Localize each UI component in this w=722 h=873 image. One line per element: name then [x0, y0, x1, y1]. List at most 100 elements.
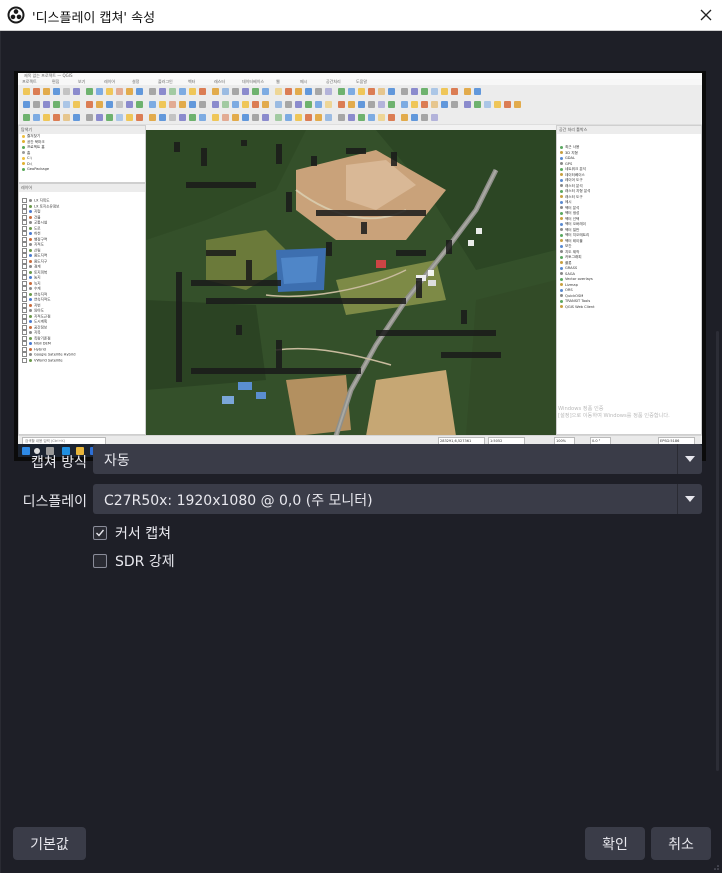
qgis-toolbar-icon	[189, 88, 196, 95]
tree-item-label: 수계	[34, 286, 41, 291]
tree-item-label: 래스터 지형 분석	[565, 189, 591, 193]
tree-item-label: 공간정보	[34, 325, 48, 329]
tree-item-icon	[29, 314, 32, 318]
display-dropdown-button[interactable]	[677, 484, 702, 514]
qgis-toolbar-icon	[212, 88, 219, 95]
qgis-toolbar-icon	[73, 88, 80, 95]
qgis-toolbar-icon	[149, 114, 156, 121]
qgis-toolbar-icon	[159, 101, 166, 108]
qgis-toolbar-icon	[106, 88, 113, 95]
resize-grip-icon[interactable]	[710, 861, 720, 871]
tree-item-icon	[29, 298, 32, 301]
satellite-map-image	[146, 130, 556, 436]
tree-item-icon	[560, 145, 563, 149]
close-icon	[700, 9, 712, 21]
qgis-toolbar-icon	[378, 114, 385, 121]
tree-item-label: 녹지	[34, 281, 41, 285]
tree-item-label: LX 지목도	[34, 198, 50, 203]
tree-item-label: 용도지역	[34, 253, 48, 258]
tree-item-icon	[29, 336, 32, 340]
ok-button[interactable]: 확인	[585, 827, 645, 860]
dialog-scrollbar[interactable]	[716, 331, 719, 771]
tree-item-label: 하천	[34, 231, 41, 236]
layers-panel-title: 레이어	[19, 184, 145, 192]
tree-item-icon	[560, 211, 563, 215]
tree-item-label: 농지	[34, 275, 41, 280]
layer-checkbox-icon	[22, 258, 27, 264]
qgis-toolbar-icon	[159, 114, 166, 121]
tree-item-icon	[560, 255, 563, 259]
qgis-toolbar-icon	[222, 88, 229, 95]
qgis-toolbar-icon	[451, 88, 458, 95]
layer-checkbox-icon	[22, 203, 27, 209]
defaults-button[interactable]: 기본값	[13, 827, 86, 860]
layer-checkbox-icon	[22, 264, 27, 269]
cancel-button[interactable]: 취소	[651, 827, 711, 860]
qgis-toolbar-icon	[295, 88, 302, 95]
qgis-toolbar-icon	[33, 88, 40, 95]
qgis-toolbar-icon	[338, 88, 345, 95]
qgis-toolbar-icon	[325, 114, 332, 121]
tree-item-icon	[29, 287, 32, 290]
qgis-toolbar-icon	[494, 101, 501, 108]
qgis-toolbar-icon	[295, 101, 302, 108]
qgis-toolbar-icon	[474, 101, 481, 108]
qgis-toolbar-icon	[212, 101, 219, 108]
sdr-force-box[interactable]	[93, 554, 107, 568]
qgis-toolbar-icon	[401, 114, 408, 121]
qgis-toolbar-icon	[431, 101, 438, 108]
qgis-toolbar-icon	[242, 114, 249, 121]
qgis-toolbar-icon	[388, 101, 395, 108]
qgis-toolbar-icon	[43, 114, 50, 121]
qgis-map-canvas	[146, 130, 556, 436]
layer-checkbox-icon	[22, 335, 27, 341]
qgis-toolbar-icon	[325, 88, 332, 95]
tree-item-label: 래스터 도구	[565, 194, 583, 199]
tree-item-label: 지적도근점	[34, 314, 51, 318]
tree-item-label: 네트워크 분석	[565, 167, 586, 171]
qgis-toolbar-icon	[232, 114, 239, 121]
display-select[interactable]: C27R50x: 1920x1080 @ 0,0 (주 모니터)	[93, 484, 702, 514]
qgis-toolbar-icon	[315, 88, 322, 95]
tree-item-icon	[29, 259, 32, 263]
qgis-toolbar-icon	[149, 101, 156, 108]
tree-item-icon	[29, 292, 32, 296]
qgis-toolbar-icon	[401, 88, 408, 95]
tree-item-label: Lizmap	[565, 282, 578, 287]
tree-item-icon	[560, 233, 563, 237]
tree-item-label: ORS	[565, 288, 573, 292]
tree-item-icon	[560, 294, 563, 297]
tree-item-icon	[29, 226, 32, 230]
layer-checkbox-icon	[22, 313, 27, 319]
qgis-toolbar-icon	[179, 101, 186, 108]
qgis-toolbar-icon	[126, 114, 133, 121]
qgis-toolbar-icon	[149, 88, 156, 95]
sdr-force-checkbox[interactable]: SDR 강제	[93, 551, 175, 571]
tree-item-icon	[560, 206, 563, 209]
qgis-toolbar-icon	[212, 114, 219, 121]
qgis-toolbar-icon	[63, 88, 70, 95]
qgis-toolbar-icon	[23, 88, 30, 95]
tree-item-label: 플롯	[565, 260, 572, 265]
tree-item-label: GRASS	[565, 266, 578, 270]
tree-item-icon	[29, 353, 32, 356]
tree-item-icon	[29, 276, 32, 279]
qgis-toolbar-icon	[23, 114, 30, 121]
layer-checkbox-icon	[22, 280, 27, 286]
qgis-toolbar-icon	[262, 88, 269, 95]
tree-item-icon	[22, 140, 25, 143]
qgis-toolbar-icon	[262, 114, 269, 121]
layer-checkbox-icon	[22, 231, 27, 236]
qgis-toolbar-icon	[116, 88, 123, 95]
capture-method-dropdown-button[interactable]	[677, 444, 702, 474]
layer-checkbox-icon	[22, 302, 27, 308]
qgis-toolbar-icon	[484, 101, 491, 108]
layer-checkbox-icon	[22, 198, 27, 203]
close-button[interactable]	[690, 0, 722, 30]
capture-method-select[interactable]: 자동	[93, 444, 702, 474]
qgis-toolbar-icon	[411, 114, 418, 121]
cursor-capture-checkbox[interactable]: 커서 캡쳐	[93, 523, 171, 543]
cursor-capture-box[interactable]	[93, 526, 107, 540]
layer-checkbox-icon	[22, 209, 27, 214]
qgis-toolbar-icon	[441, 101, 448, 108]
